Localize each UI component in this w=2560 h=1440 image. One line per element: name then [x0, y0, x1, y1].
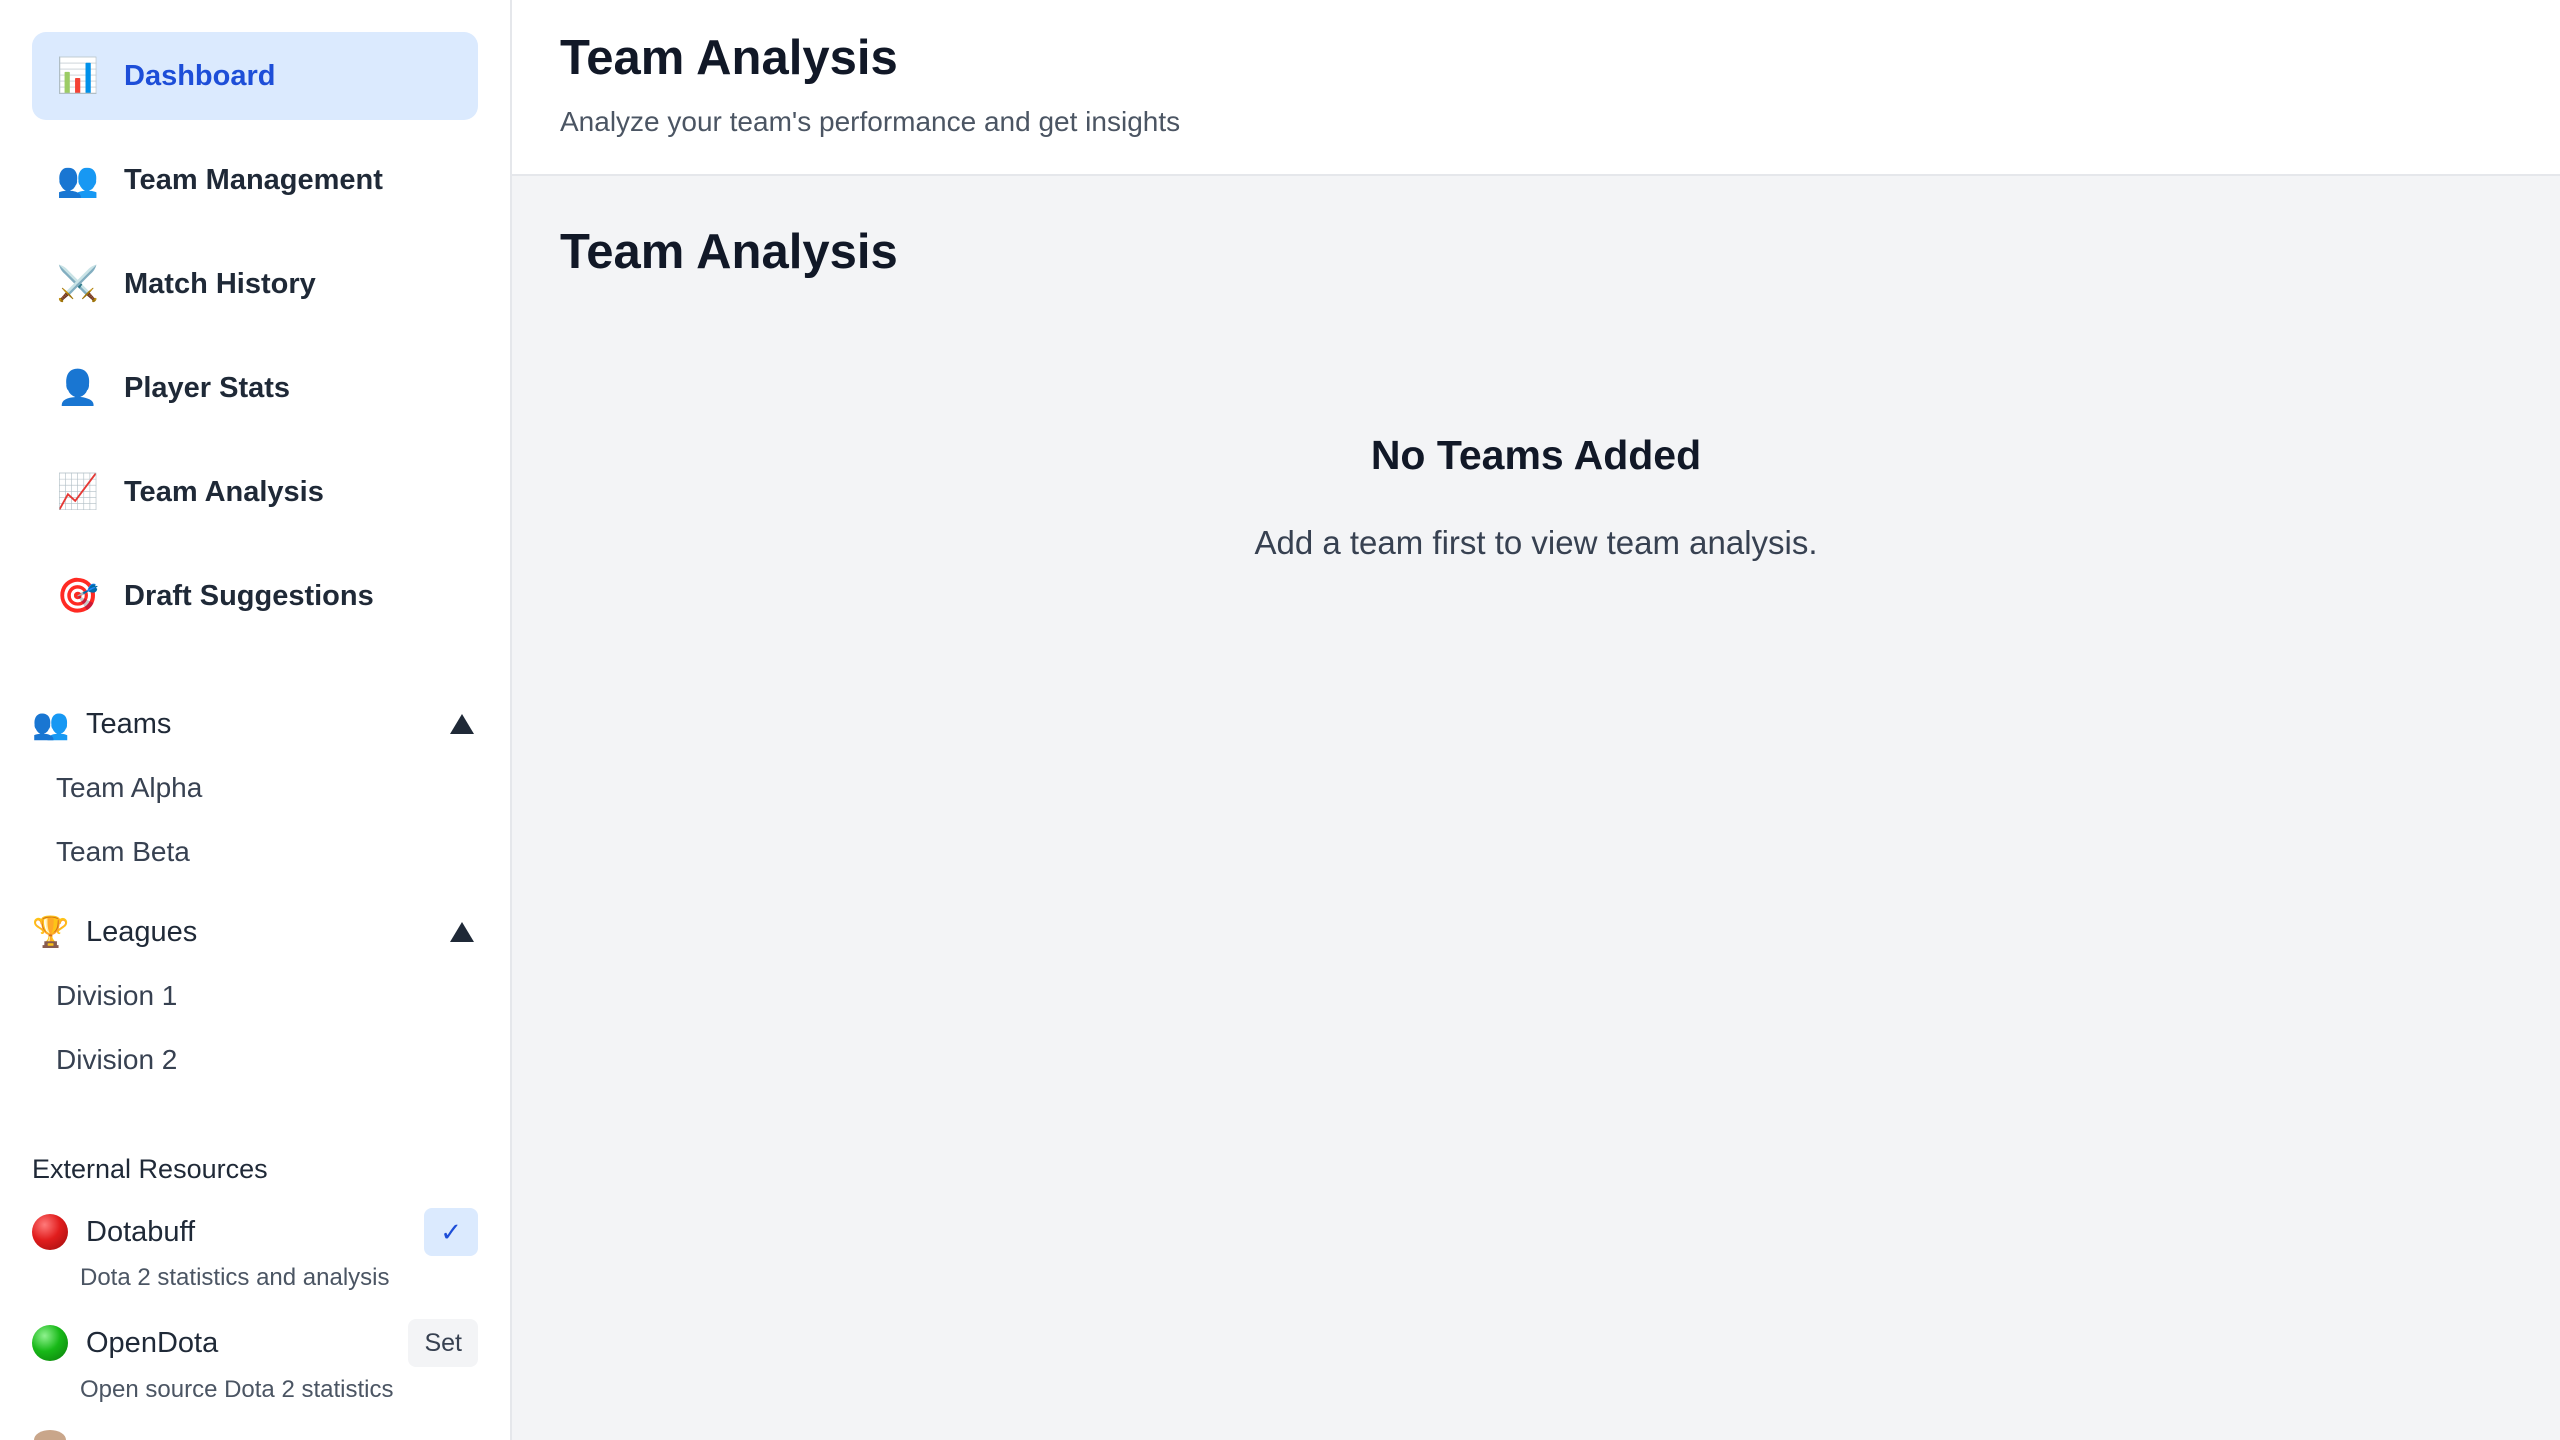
empty-state-message: Add a team first to view team analysis. [1254, 524, 1818, 561]
sidebar: 📊 Dashboard 👥 Team Management ⚔️ Match H… [0, 0, 512, 1440]
people-icon: 👥 [32, 707, 70, 741]
resource-icon [34, 1430, 66, 1440]
nav-item-label: Dashboard [124, 59, 276, 92]
nav-item-team-analysis[interactable]: 📈 Team Analysis [32, 448, 478, 536]
nav-item-label: Match History [124, 267, 316, 300]
target-icon: 🎯 [56, 577, 100, 615]
leagues-section-toggle[interactable]: 🏆 Leagues [32, 908, 478, 956]
chevron-up-icon [450, 922, 474, 942]
external-resource-opendota: OpenDota Set [32, 1318, 478, 1368]
trophy-icon: 🏆 [32, 915, 70, 949]
trending-chart-icon: 📈 [56, 473, 100, 511]
red-circle-icon [32, 1214, 68, 1250]
external-resource-description: Dota 2 statistics and analysis [80, 1264, 390, 1291]
set-resource-button[interactable]: Set [408, 1319, 478, 1367]
teams-section-label: Teams [86, 707, 172, 740]
page-subtitle: Analyze your team's performance and get … [560, 106, 1181, 137]
league-item[interactable]: Division 2 [56, 1038, 177, 1082]
resource-selected-button[interactable]: ✓ [424, 1208, 478, 1256]
team-item[interactable]: Team Alpha [56, 766, 202, 810]
nav-item-label: Player Stats [124, 371, 291, 404]
external-resource-dotabuff: Dotabuff ✓ [32, 1207, 478, 1257]
app: 📊 Dashboard 👥 Team Management ⚔️ Match H… [0, 0, 2560, 1440]
main-nav: 📊 Dashboard 👥 Team Management ⚔️ Match H… [32, 32, 478, 656]
empty-state-title: No Teams Added [1370, 432, 1702, 478]
teams-section-toggle[interactable]: 👥 Teams [32, 700, 478, 748]
person-icon: 👤 [56, 369, 100, 407]
nav-item-team-management[interactable]: 👥 Team Management [32, 136, 478, 224]
people-icon: 👥 [56, 161, 100, 199]
nav-item-dashboard[interactable]: 📊 Dashboard [32, 32, 478, 120]
league-item[interactable]: Division 1 [56, 974, 177, 1018]
nav-item-label: Team Management [124, 163, 383, 196]
bar-chart-icon: 📊 [56, 57, 100, 95]
nav-item-label: Team Analysis [124, 475, 324, 508]
page-title: Team Analysis [560, 31, 898, 85]
team-item[interactable]: Team Beta [56, 830, 190, 874]
nav-item-label: Draft Suggestions [124, 579, 374, 612]
page-header: Team Analysis Analyze your team's perfor… [512, 0, 2560, 176]
external-resource-name: OpenDota [86, 1326, 219, 1359]
section-title: Team Analysis [560, 225, 898, 279]
external-resources-title: External Resources [32, 1154, 268, 1184]
nav-item-player-stats[interactable]: 👤 Player Stats [32, 344, 478, 432]
external-resource-name: Dotabuff [86, 1215, 196, 1248]
nav-item-draft-suggestions[interactable]: 🎯 Draft Suggestions [32, 552, 478, 640]
nav-item-match-history[interactable]: ⚔️ Match History [32, 240, 478, 328]
external-resource-description: Open source Dota 2 statistics [80, 1376, 394, 1403]
green-circle-icon [32, 1325, 68, 1361]
crossed-swords-icon: ⚔️ [56, 265, 100, 303]
chevron-up-icon [450, 714, 474, 734]
leagues-section-label: Leagues [86, 915, 198, 948]
